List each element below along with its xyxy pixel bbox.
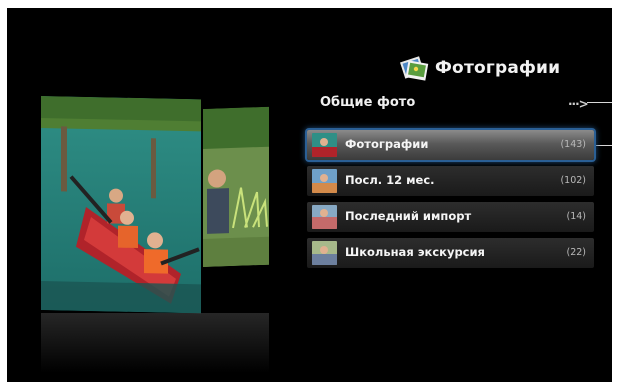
section-title: Общие фото bbox=[320, 95, 416, 110]
album-thumbnail bbox=[312, 241, 337, 265]
album-list: Фотографии (143) Посл. 12 мес. (102) Пос… bbox=[307, 130, 594, 274]
album-thumbnail bbox=[312, 133, 337, 157]
preview-photo-side bbox=[203, 106, 269, 267]
section-header: Общие фото ···> bbox=[320, 94, 612, 116]
page-title: Фотографии bbox=[435, 58, 561, 78]
photos-app-icon bbox=[399, 53, 429, 83]
screen: Фотографии Общие фото ···> Фотографии (1… bbox=[7, 8, 612, 382]
album-count: (143) bbox=[560, 139, 586, 150]
album-label: Фотографии bbox=[345, 137, 429, 151]
album-count: (22) bbox=[566, 247, 586, 258]
preview-reflection bbox=[41, 313, 269, 373]
album-label: Последний импорт bbox=[345, 209, 472, 223]
album-item-photos[interactable]: Фотографии (143) bbox=[307, 130, 594, 160]
album-label: Школьная экскурсия bbox=[345, 245, 485, 259]
preview-photo-main bbox=[41, 96, 201, 314]
album-item-last-12-months[interactable]: Посл. 12 мес. (102) bbox=[307, 166, 594, 196]
callout-line bbox=[596, 145, 612, 146]
album-thumbnail bbox=[312, 169, 337, 193]
album-count: (14) bbox=[566, 211, 586, 222]
album-item-last-import[interactable]: Последний импорт (14) bbox=[307, 202, 594, 232]
album-thumbnail bbox=[312, 205, 337, 229]
album-item-school-trip[interactable]: Школьная экскурсия (22) bbox=[307, 238, 594, 268]
header: Фотографии bbox=[399, 52, 560, 84]
album-label: Посл. 12 мес. bbox=[345, 173, 435, 187]
more-arrow-icon[interactable]: ···> bbox=[568, 97, 589, 111]
album-count: (102) bbox=[560, 175, 586, 186]
callout-line bbox=[587, 102, 612, 103]
